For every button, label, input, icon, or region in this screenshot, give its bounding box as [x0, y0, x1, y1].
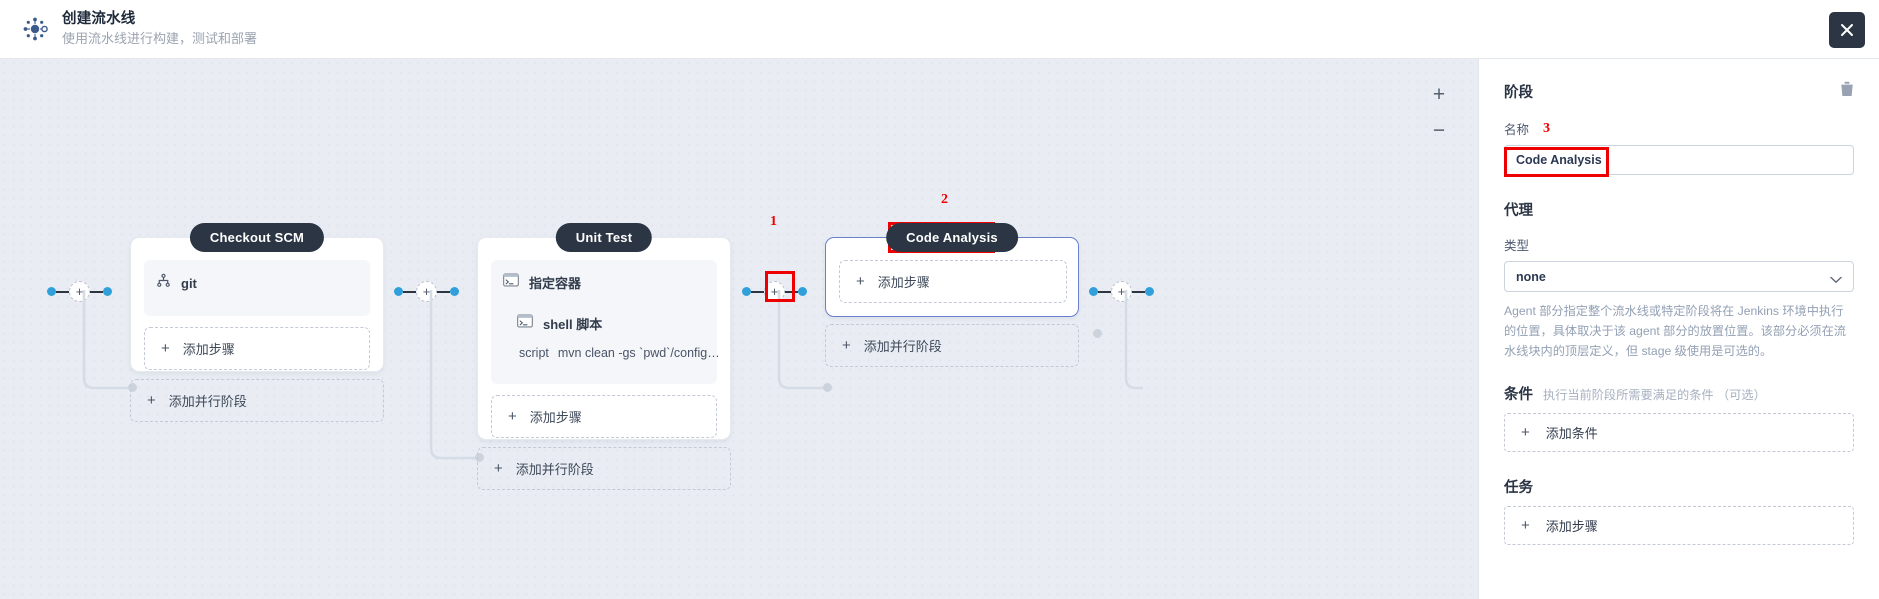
stage-settings-panel: 阶段 名称 3 代理 类型 none Agent: [1478, 59, 1879, 599]
add-step-label: 添加步骤: [1545, 519, 1598, 535]
add-condition-button[interactable]: + 添加条件: [1504, 413, 1854, 453]
connection-dot[interactable]: [742, 287, 751, 296]
branch-line: [1124, 290, 1143, 390]
agent-type-value: none: [1516, 269, 1546, 284]
add-step-button[interactable]: + 添加步骤: [839, 260, 1067, 303]
panel-title: 阶段: [1504, 85, 1533, 101]
stage-card[interactable]: git + 添加步骤: [130, 237, 384, 372]
plus-icon: +: [1521, 517, 1530, 535]
add-step-button[interactable]: + 添加步骤: [144, 327, 370, 370]
add-parallel-label: 添加并行阶段: [863, 339, 942, 354]
agent-type-label: 类型: [1504, 239, 1530, 253]
agent-section-title: 代理: [1504, 203, 1533, 219]
conditions-title: 条件: [1504, 387, 1533, 404]
panel-header: 阶段: [1504, 81, 1854, 102]
add-parallel-label: 添加并行阶段: [168, 394, 247, 409]
add-step-label: 添加步骤: [529, 410, 582, 425]
add-step-button-panel[interactable]: + 添加步骤: [1504, 506, 1854, 546]
zoom-controls: + −: [1426, 81, 1452, 143]
pipeline-editor-window: 创建流水线 使用流水线进行构建，测试和部署 + − + Checkout SCM…: [0, 0, 1879, 599]
tasks-section-title: 任务: [1504, 480, 1533, 497]
plus-icon: +: [856, 273, 865, 290]
parallel-connection-dot[interactable]: [823, 383, 832, 392]
app-header: 创建流水线 使用流水线进行构建，测试和部署: [0, 0, 1879, 59]
plus-icon: +: [494, 460, 503, 477]
page-subtitle: 使用流水线进行构建，测试和部署: [62, 31, 258, 47]
close-button[interactable]: [1829, 12, 1865, 48]
connection-dot[interactable]: [1089, 287, 1098, 296]
zoom-out-button[interactable]: −: [1426, 117, 1452, 143]
step-label: shell 脚本: [543, 317, 603, 332]
plus-icon: +: [161, 340, 170, 357]
add-step-button[interactable]: + 添加步骤: [491, 395, 717, 438]
plus-icon: +: [842, 337, 851, 354]
trash-icon[interactable]: [1840, 81, 1854, 102]
annotation-number-3: 3: [1543, 120, 1551, 136]
add-parallel-stage-button[interactable]: + 添加并行阶段: [130, 379, 384, 422]
zoom-in-button[interactable]: +: [1426, 81, 1452, 107]
step-label: 指定容器: [529, 276, 582, 291]
step-detail-key: script: [519, 346, 549, 360]
agent-type-select[interactable]: none: [1504, 261, 1854, 292]
step-label: git: [181, 275, 197, 291]
plus-icon: +: [1521, 424, 1530, 442]
conditions-hint: 执行当前阶段所需要满足的条件 （可选）: [1543, 388, 1766, 403]
step-item-git[interactable]: git: [144, 260, 370, 316]
annotation-number-2: 2: [941, 192, 948, 207]
connection-dot[interactable]: [47, 287, 56, 296]
plus-icon: +: [508, 408, 517, 425]
add-parallel-stage-button[interactable]: + 添加并行阶段: [477, 447, 731, 490]
add-step-label: 添加步骤: [877, 275, 930, 290]
pipeline-node-icon: [8, 14, 62, 44]
git-branch-icon: [156, 273, 171, 293]
pipeline-canvas[interactable]: + − + Checkout SCM git + 添加步骤 + 添加并行阶段 +…: [0, 59, 1478, 599]
connection-dot[interactable]: [394, 287, 403, 296]
stage-label[interactable]: Unit Test: [555, 223, 653, 252]
add-condition-label: 添加条件: [1545, 426, 1598, 442]
add-parallel-stage-button[interactable]: + 添加并行阶段: [825, 324, 1079, 367]
step-detail: script mvn clean -gs `pwd`/config…: [519, 346, 720, 360]
header-text-group: 创建流水线 使用流水线进行构建，测试和部署: [62, 10, 257, 47]
step-detail-value: mvn clean -gs `pwd`/config…: [557, 346, 720, 360]
close-icon: [1839, 22, 1855, 38]
add-step-label: 添加步骤: [182, 342, 235, 357]
stage-label[interactable]: Checkout SCM: [189, 223, 325, 252]
stage-card[interactable]: 指定容器 shell 脚本 script mvn clean -gs `pwd`…: [477, 237, 731, 440]
step-item-shell-script[interactable]: shell 脚本 script mvn clean -gs `pwd`/confi…: [517, 314, 720, 360]
terminal-icon: [517, 314, 533, 333]
agent-help-text: Agent 部分指定整个流水线或特定阶段将在 Jenkins 环境中执行的位置，…: [1504, 304, 1846, 359]
plus-icon: +: [147, 392, 156, 409]
agent-type-select-wrapper: none: [1504, 261, 1854, 292]
name-field-row: 名称 3: [1504, 119, 1854, 138]
annotation-number-1: 1: [770, 214, 777, 229]
terminal-icon: [503, 273, 519, 292]
code-analysis-stage-label[interactable]: Code Analysis: [886, 223, 1018, 252]
page-title: 创建流水线: [62, 11, 136, 28]
name-field-label: 名称: [1504, 123, 1530, 137]
add-parallel-label: 添加并行阶段: [515, 462, 594, 477]
step-item-container[interactable]: 指定容器 shell 脚本 script mvn clean -gs `pwd`…: [491, 260, 720, 384]
parallel-connection-dot[interactable]: [1093, 329, 1102, 338]
conditions-section-header: 条件 执行当前阶段所需要满足的条件 （可选）: [1504, 383, 1854, 404]
stage-name-input[interactable]: [1504, 145, 1854, 175]
